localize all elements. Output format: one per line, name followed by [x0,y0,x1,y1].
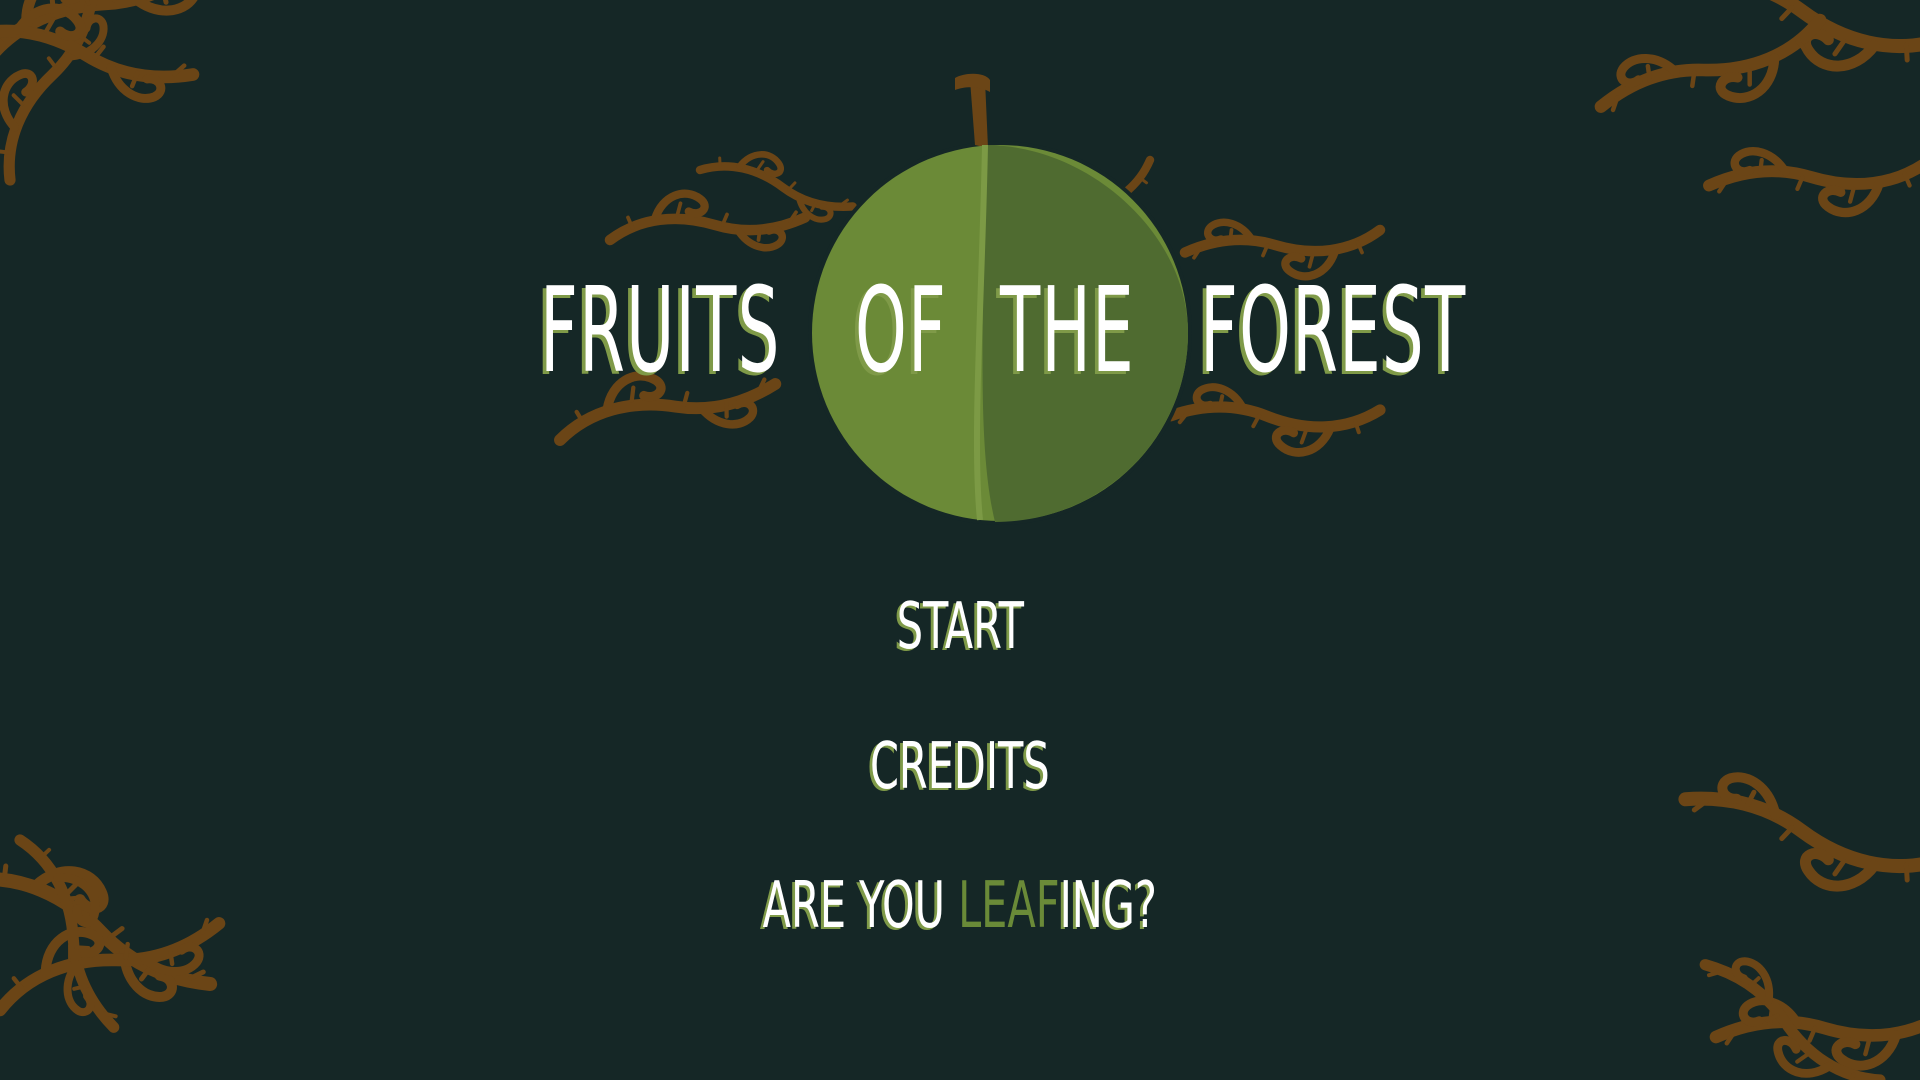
quit-label-prefix: ARE YOU [762,869,959,943]
title-screen: FRUITS OF THE FOREST START CREDITS ARE Y… [0,0,1920,1080]
credits-label: CREDITS [870,730,1050,804]
thorny-vine-icon [1592,0,1920,213]
thorny-vine-icon [0,0,228,184]
quit-label-highlight: LEAF [958,869,1060,943]
start-button[interactable]: START [0,587,1920,667]
credits-button[interactable]: CREDITS [0,727,1920,807]
title-word-forest: FOREST [1200,261,1467,399]
start-label: START [896,590,1024,664]
title-word-fruits: FRUITS [540,261,781,399]
title-word-the: THE [1000,261,1136,399]
quit-label-suffix: ING? [1059,869,1158,943]
quit-button[interactable]: ARE YOU LEAFING? [0,866,1920,946]
title-word-of: OF [855,261,948,399]
